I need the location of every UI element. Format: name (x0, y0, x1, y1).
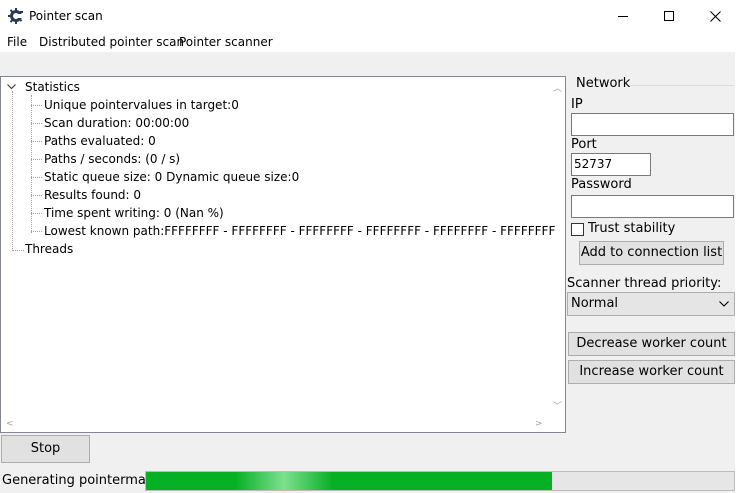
app-icon (8, 8, 24, 24)
tree-node-statistics[interactable]: Statistics (25, 79, 80, 95)
tree-node-threads[interactable]: Threads (25, 241, 73, 257)
progress-bar (145, 471, 735, 491)
network-group-label: Network (576, 76, 631, 91)
group-divider (630, 85, 734, 86)
scroll-left-icon[interactable]: < (6, 419, 14, 429)
ip-label: IP (571, 97, 583, 112)
port-label: Port (571, 137, 597, 152)
stop-button[interactable]: Stop (1, 435, 90, 463)
vertical-scrollbar[interactable]: ︿ ﹀ (549, 77, 565, 417)
priority-select[interactable]: Normal (567, 292, 735, 316)
scroll-up-icon[interactable]: ︿ (553, 81, 562, 94)
tree-connector (31, 141, 42, 142)
minimize-button[interactable] (600, 0, 646, 32)
tree-item[interactable]: Paths evaluated: 0 (44, 133, 156, 149)
close-button[interactable] (692, 0, 738, 32)
tree-item[interactable]: Static queue size: 0 Dynamic queue size:… (44, 169, 299, 185)
tree-connector (31, 195, 42, 196)
window-edge (735, 32, 740, 493)
status-text: Generating pointermap (2, 473, 155, 488)
increase-worker-count-button[interactable]: Increase worker count (568, 360, 735, 384)
menu-distributed-pointer-scan[interactable]: Distributed pointer scan (39, 35, 184, 49)
maximize-button[interactable] (646, 0, 692, 32)
tree-item-lowest-known-path[interactable]: Lowest known path:FFFFFFFF - FFFFFFFF - … (44, 223, 555, 239)
tree-connector (31, 231, 42, 232)
priority-label: Scanner thread priority: (567, 276, 722, 291)
tree-connector (12, 250, 24, 251)
password-label: Password (571, 177, 632, 192)
tree-connector (31, 213, 42, 214)
menu-pointer-scanner[interactable]: Pointer scanner (179, 35, 273, 49)
tree-item[interactable]: Paths / seconds: (0 / s) (44, 151, 180, 167)
password-input[interactable] (571, 195, 734, 218)
window-title: Pointer scan (29, 9, 103, 23)
close-icon (709, 10, 721, 22)
menu-file[interactable]: File (7, 35, 27, 49)
tree-connector (12, 91, 13, 251)
chevron-down-icon[interactable] (7, 84, 16, 90)
horizontal-scrollbar[interactable]: < > (1, 417, 549, 432)
add-to-connection-list-button[interactable]: Add to connection list (579, 241, 724, 265)
chevron-down-icon (719, 301, 729, 307)
trust-stability-checkbox[interactable] (571, 223, 584, 236)
port-input[interactable]: 52737 (571, 153, 651, 176)
ip-input[interactable] (571, 113, 734, 136)
progress-fill (146, 472, 552, 490)
decrease-worker-count-button[interactable]: Decrease worker count (568, 332, 735, 356)
tree-connector (31, 177, 42, 178)
priority-value: Normal (571, 296, 619, 311)
scroll-right-icon[interactable]: > (535, 419, 543, 429)
tree-item[interactable]: Time spent writing: 0 (Nan %) (44, 205, 224, 221)
tree-connector (31, 159, 42, 160)
trust-stability-label[interactable]: Trust stability (588, 221, 675, 236)
minimize-icon (618, 16, 628, 17)
tree-connector (31, 123, 42, 124)
scroll-down-icon[interactable]: ﹀ (553, 399, 562, 412)
tree-item[interactable]: Scan duration: 00:00:00 (44, 115, 189, 131)
tree-item[interactable]: Results found: 0 (44, 187, 141, 203)
tree-connector (31, 105, 42, 106)
menu-bar: File Distributed pointer scan Pointer sc… (0, 32, 740, 52)
title-bar: Pointer scan (0, 0, 740, 32)
statistics-tree[interactable]: Statistics Unique pointervalues in targe… (0, 76, 566, 433)
tree-item[interactable]: Unique pointervalues in target:0 (44, 97, 239, 113)
maximize-icon (664, 11, 674, 21)
